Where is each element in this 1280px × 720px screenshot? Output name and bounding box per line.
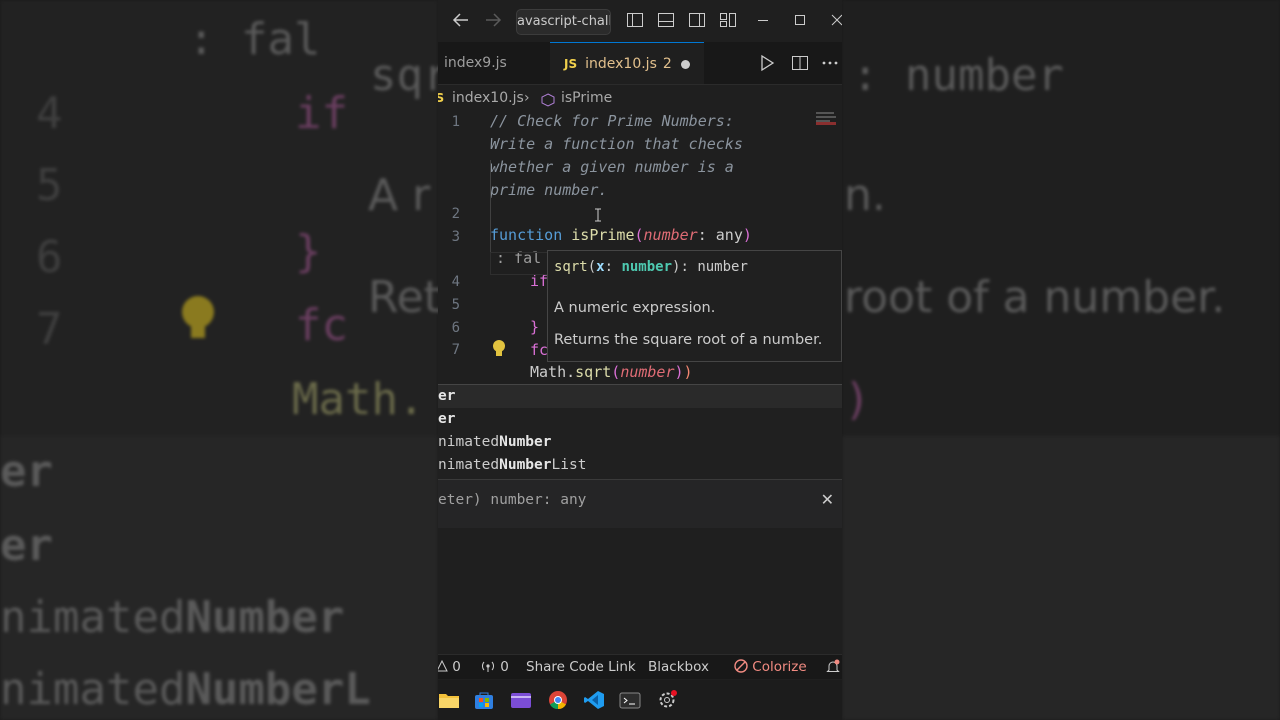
bg-code-fc: fc	[295, 300, 348, 351]
suggestion-item[interactable]: er	[438, 385, 842, 408]
background-right-suggest	[842, 436, 1280, 720]
bg-code-if: if	[295, 88, 348, 139]
clipchamp-icon[interactable]	[510, 690, 532, 710]
command-center-search[interactable]: avascript-chall	[516, 9, 611, 35]
taskbar	[438, 680, 842, 720]
vscode-window: avascript-chall index9.js JS index10.js 2	[438, 0, 842, 720]
tab-index10[interactable]: JS index10.js 2	[550, 42, 704, 84]
parameter-hint-popup: sqrt(x: number): number A numeric expres…	[547, 250, 842, 362]
editor-tab-bar: index9.js JS index10.js 2	[438, 42, 842, 85]
bg-line-number: 5	[36, 160, 63, 211]
tab-label: index10.js	[585, 56, 657, 72]
code-comment: // Check for Prime Numbers:	[490, 112, 734, 130]
suggestion-item[interactable]: nimatedNumber	[438, 431, 842, 454]
line-number: 6	[451, 320, 460, 336]
line-number: 1	[451, 114, 460, 130]
toggle-panel-icon[interactable]	[657, 10, 675, 30]
line-number: 4	[451, 274, 460, 290]
function-signature: sqrt(x: number): number	[554, 259, 748, 275]
bg-suggest-animated: nimatedNumber	[0, 592, 345, 643]
chrome-icon[interactable]	[547, 690, 569, 710]
bg-code-number: : number	[852, 50, 1064, 101]
bg-line-number: 6	[36, 232, 63, 283]
javascript-file-icon: JS	[438, 91, 445, 105]
minimap[interactable]	[816, 110, 836, 126]
lightbulb-icon[interactable]	[491, 339, 507, 363]
warnings-count: 0	[500, 659, 509, 675]
breadcrumb-file[interactable]: index10.js	[452, 86, 524, 110]
minimize-icon[interactable]	[756, 10, 770, 30]
settings-gear-icon[interactable]	[656, 690, 678, 710]
bg-suggest-er: er	[0, 446, 53, 497]
suggestion-list: er er nimatedNumber nimatedNumberList et…	[438, 384, 842, 528]
unsaved-dot-icon[interactable]	[681, 60, 690, 69]
line-number: 5	[451, 297, 460, 313]
close-details-icon[interactable]: ✕	[821, 490, 834, 509]
errors-count: 0	[452, 659, 461, 675]
breadcrumb-separator-icon: ›	[524, 90, 530, 106]
broadcast-icon	[480, 657, 496, 681]
bg-text-root: root of a number.	[844, 272, 1226, 323]
problems-indicator[interactable]: 0	[438, 655, 461, 681]
line-number: 2	[451, 206, 460, 222]
toggle-secondary-sidebar-icon[interactable]	[688, 10, 706, 30]
toggle-primary-sidebar-icon[interactable]	[626, 10, 644, 30]
bg-line-number: 4	[36, 88, 63, 139]
breadcrumb: JS index10.js › isPrime	[438, 86, 842, 110]
more-actions-icon[interactable]	[822, 54, 838, 76]
breadcrumb-symbol[interactable]: isPrime	[561, 86, 612, 110]
suggestion-item[interactable]: er	[438, 408, 842, 431]
code-function-declaration: function isPrime(number: any)	[490, 226, 752, 244]
maximize-icon[interactable]	[793, 10, 807, 30]
suggestion-item[interactable]: nimatedNumberList	[438, 454, 842, 477]
bg-text-ret: Ret	[368, 272, 441, 323]
ports-indicator[interactable]: 0	[480, 655, 509, 681]
line-number: 7	[451, 342, 460, 358]
bg-code-paren: )	[844, 374, 871, 425]
customize-layout-icon[interactable]	[719, 10, 737, 30]
code-for-keyword: fc	[530, 341, 549, 359]
file-explorer-icon[interactable]	[438, 690, 460, 710]
store-icon[interactable]	[473, 690, 495, 710]
code-brace: }	[530, 318, 540, 336]
tab-index9[interactable]: index9.js	[438, 42, 546, 84]
run-icon[interactable]	[759, 54, 775, 76]
tab-label: index9.js	[444, 55, 507, 71]
problems-count-badge: 2	[662, 56, 672, 72]
parameter-documentation: A numeric expression.	[554, 300, 716, 316]
bg-suggest-er: er	[0, 520, 53, 571]
code-comment: prime number.	[490, 181, 608, 199]
javascript-file-icon: JS	[564, 57, 578, 71]
function-documentation: Returns the square root of a number.	[554, 332, 823, 348]
terminal-icon[interactable]	[619, 690, 641, 710]
colorize-label: Colorize	[752, 659, 807, 675]
back-arrow-icon[interactable]	[452, 10, 470, 30]
blackbox-button[interactable]: Blackbox	[648, 655, 709, 679]
line-number: 3	[451, 229, 460, 245]
suggestion-details: eter) number: any ✕	[438, 479, 842, 528]
bg-code-math: Math.	[292, 374, 425, 425]
code-comment: Write a function that checks	[490, 135, 743, 153]
no-entry-icon	[734, 657, 748, 681]
suggestion-detail-text: eter) number: any	[438, 492, 587, 508]
vscode-icon[interactable]	[583, 690, 605, 710]
bg-line-number: 7	[36, 304, 63, 355]
bg-text-n: n.	[844, 170, 886, 221]
status-bar: 0 0 Share Code Link Blackbox Colorize	[438, 654, 842, 679]
share-code-link-button[interactable]: Share Code Link	[526, 655, 636, 679]
code-current-line: Math.sqrt(number))	[530, 363, 693, 381]
warning-icon	[438, 657, 448, 681]
bg-suggest-animated-list: nimatedNumberL	[0, 664, 371, 715]
bg-code-fal: : fal	[188, 14, 321, 65]
bg-text-a: A r	[368, 170, 431, 221]
text-cursor-icon	[594, 208, 602, 226]
bg-lightbulb-icon	[178, 294, 218, 346]
title-bar: avascript-chall	[438, 0, 842, 42]
bg-code-brace: }	[295, 226, 322, 277]
split-editor-icon[interactable]	[791, 54, 809, 76]
colorize-button[interactable]: Colorize	[734, 655, 807, 681]
code-comment: whether a given number is a	[490, 158, 734, 176]
close-window-icon[interactable]	[830, 10, 842, 30]
forward-arrow-icon[interactable]	[484, 10, 502, 30]
